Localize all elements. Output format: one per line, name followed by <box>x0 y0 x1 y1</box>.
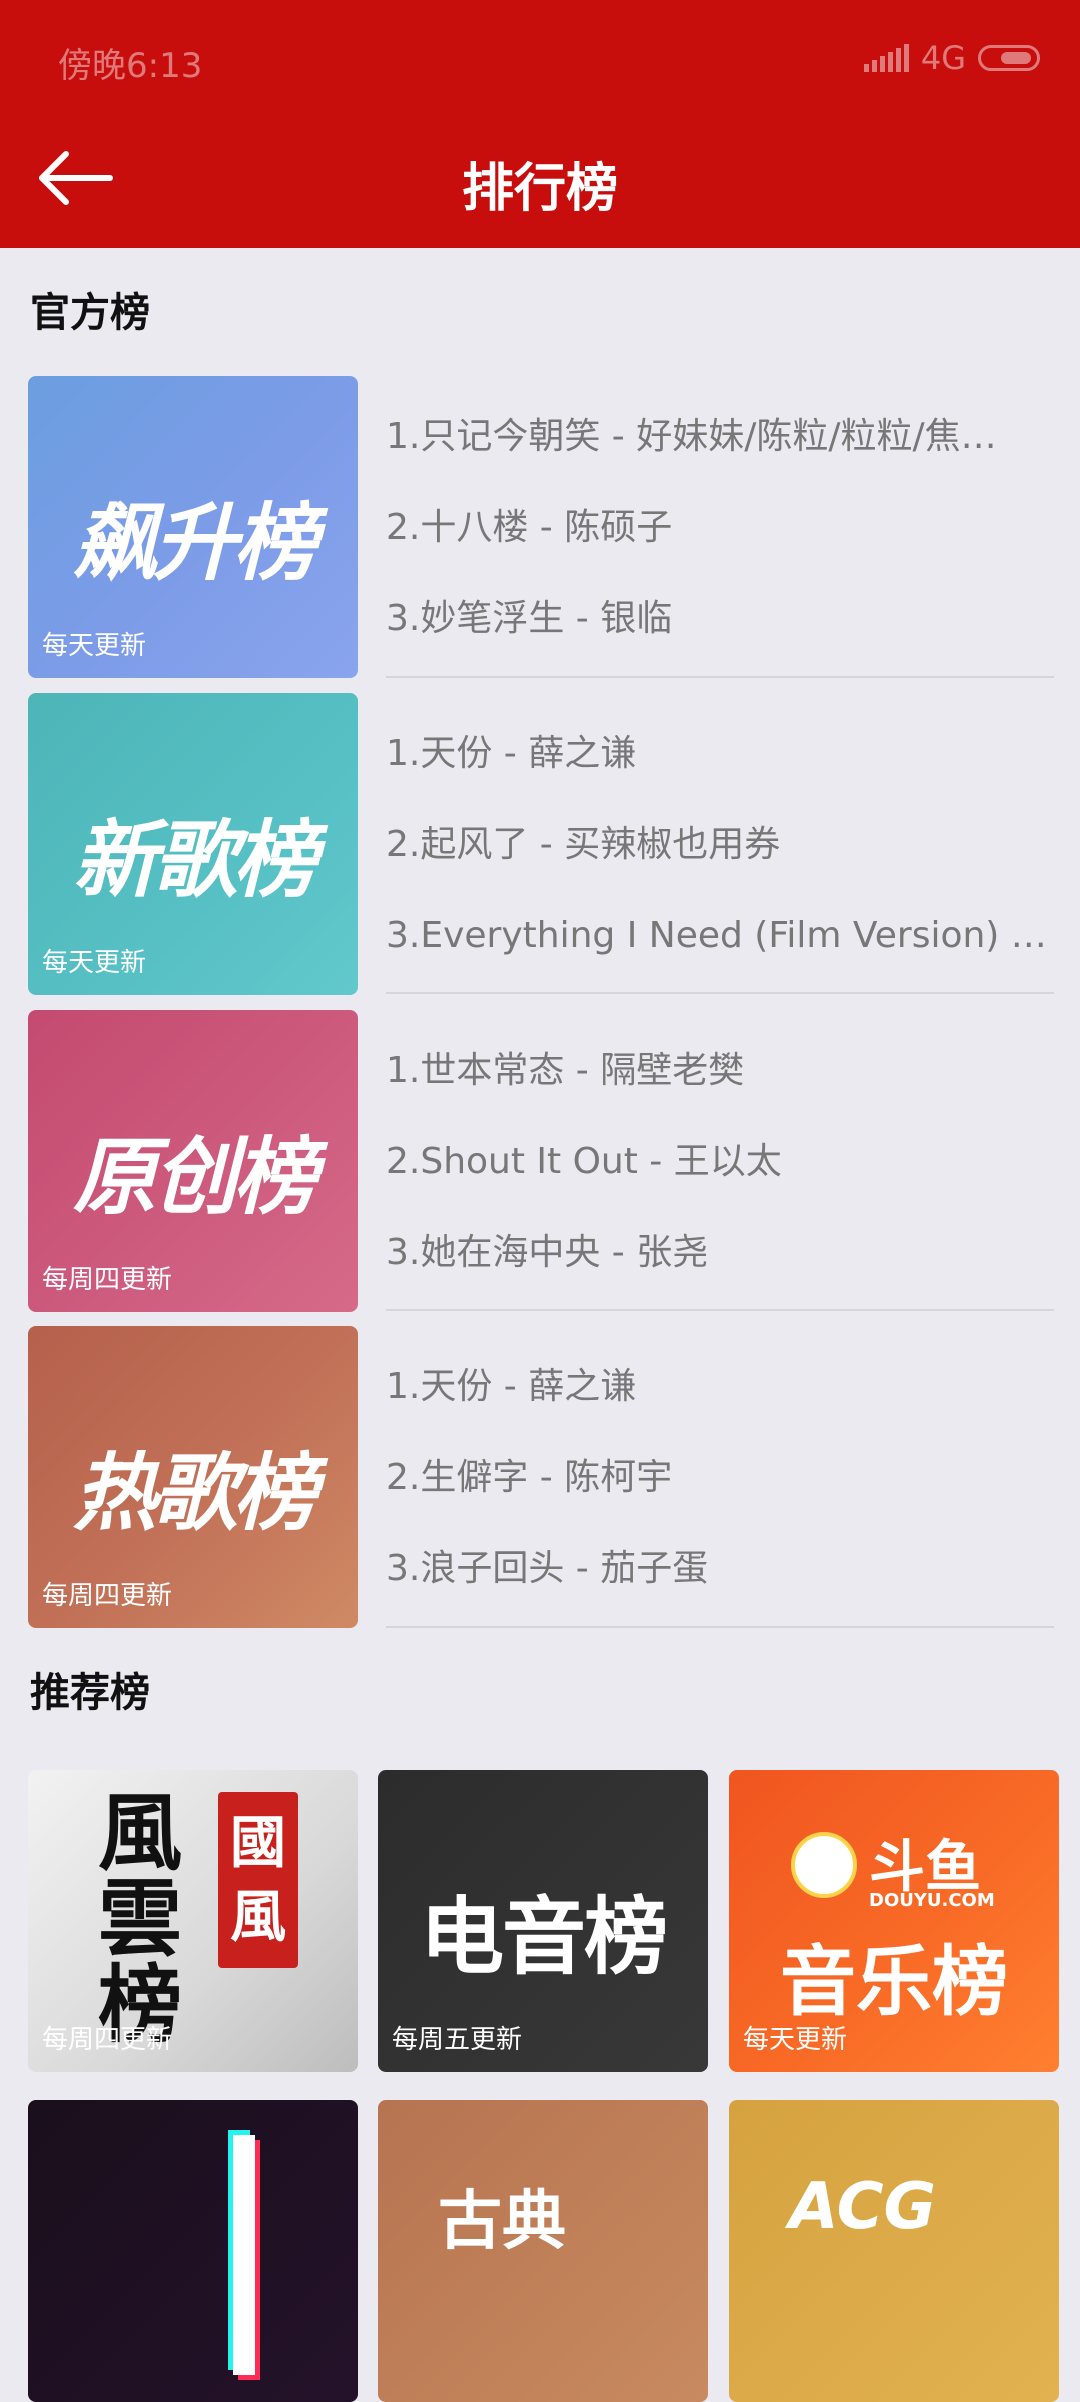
chart-track-list[interactable]: 1.世本常态 - 隔壁老樊 2.Shout It Out - 王以太 3.她在海… <box>386 1025 1054 1298</box>
cover-title: 原创榜 <box>72 1128 317 1226</box>
track-item[interactable]: 3.浪子回头 - 茄子蛋 <box>386 1523 1054 1614</box>
chart-tile-electronic[interactable]: 电音榜 每周五更新 <box>378 1770 708 2072</box>
track-item[interactable]: 3.Everything I Need (Film Version) - S… <box>386 890 1054 981</box>
update-frequency: 每天更新 <box>42 948 147 978</box>
track-item[interactable]: 1.天份 - 薛之谦 <box>386 1341 1054 1432</box>
track-item[interactable]: 3.她在海中央 - 张尧 <box>386 1207 1054 1298</box>
update-frequency: 每周五更新 <box>392 2025 523 2055</box>
logo-subtext: DOUYU.COM <box>869 1890 995 1911</box>
track-item[interactable]: 1.世本常态 - 隔壁老樊 <box>386 1025 1054 1116</box>
update-frequency: 每天更新 <box>42 631 147 661</box>
network-type: 4G <box>920 39 966 77</box>
chart-tile-acg[interactable]: ACG <box>729 2100 1059 2402</box>
chart-cover-new[interactable]: 新歌榜 每天更新 <box>28 693 358 995</box>
page-title: 排行榜 <box>461 159 618 219</box>
divider <box>386 1626 1054 1628</box>
status-bar-right: 4G <box>863 39 1040 77</box>
tile-big-text: 古典 <box>438 2185 566 2259</box>
divider <box>386 1309 1054 1311</box>
update-frequency: 每周四更新 <box>42 1265 173 1295</box>
tile-big-text: 風雲榜 <box>98 1783 183 2054</box>
douyu-logo-icon <box>791 1832 857 1898</box>
tile-big-text: 电音榜 <box>419 1888 668 1986</box>
update-frequency: 每周四更新 <box>42 1581 173 1611</box>
app-header: 傍晚6:13 4G 排行榜 <box>0 0 1080 248</box>
chart-cover-soaring[interactable]: 飙升榜 每天更新 <box>28 376 358 678</box>
battery-icon <box>978 45 1040 71</box>
chart-track-list[interactable]: 1.天份 - 薛之谦 2.生僻字 - 陈柯宇 3.浪子回头 - 茄子蛋 <box>386 1341 1054 1614</box>
cover-title: 新歌榜 <box>72 811 317 909</box>
update-frequency: 每天更新 <box>743 2025 848 2055</box>
cover-title: 热歌榜 <box>72 1444 317 1542</box>
seal-text: 國風 <box>230 1810 286 1950</box>
tile-big-text: 音乐榜 <box>780 1937 1008 2026</box>
chart-cover-hot[interactable]: 热歌榜 每周四更新 <box>28 1326 358 1628</box>
track-item[interactable]: 3.妙笔浮生 - 银临 <box>386 573 1054 664</box>
track-item[interactable]: 2.Shout It Out - 王以太 <box>386 1116 1054 1207</box>
track-item[interactable]: 2.起风了 - 买辣椒也用券 <box>386 799 1054 890</box>
update-frequency: 每周四更新 <box>42 2025 173 2055</box>
seal-stamp: 國風 <box>218 1792 298 1968</box>
track-item[interactable]: 1.天份 - 薛之谦 <box>386 708 1054 799</box>
section-title-recommended: 推荐榜 <box>30 1670 150 1716</box>
track-item[interactable]: 2.生僻字 - 陈柯宇 <box>386 1432 1054 1523</box>
chart-tile-douyu[interactable]: 斗鱼 DOUYU.COM 音乐榜 每天更新 <box>729 1770 1059 2072</box>
douyin-note-icon <box>228 2130 260 2380</box>
tile-big-text: ACG <box>789 2170 937 2244</box>
chart-tile-classical[interactable]: 古典 <box>378 2100 708 2402</box>
track-item[interactable]: 2.十八楼 - 陈硕子 <box>386 482 1054 573</box>
divider <box>386 992 1054 994</box>
cover-title: 飙升榜 <box>72 494 317 592</box>
status-time: 傍晚6:13 <box>58 46 203 86</box>
chart-tile-guofeng[interactable]: 風雲榜 國風 每周四更新 <box>28 1770 358 2072</box>
chart-tile-douyin[interactable] <box>28 2100 358 2402</box>
signal-icon <box>863 44 909 72</box>
divider <box>386 676 1054 678</box>
chart-track-list[interactable]: 1.只记今朝笑 - 好妹妹/陈粒/粒粒/焦… 2.十八楼 - 陈硕子 3.妙笔浮… <box>386 391 1054 664</box>
section-title-official: 官方榜 <box>30 290 150 336</box>
chart-track-list[interactable]: 1.天份 - 薛之谦 2.起风了 - 买辣椒也用券 3.Everything I… <box>386 708 1054 981</box>
chart-cover-original[interactable]: 原创榜 每周四更新 <box>28 1010 358 1312</box>
track-item[interactable]: 1.只记今朝笑 - 好妹妹/陈粒/粒粒/焦… <box>386 391 1054 482</box>
